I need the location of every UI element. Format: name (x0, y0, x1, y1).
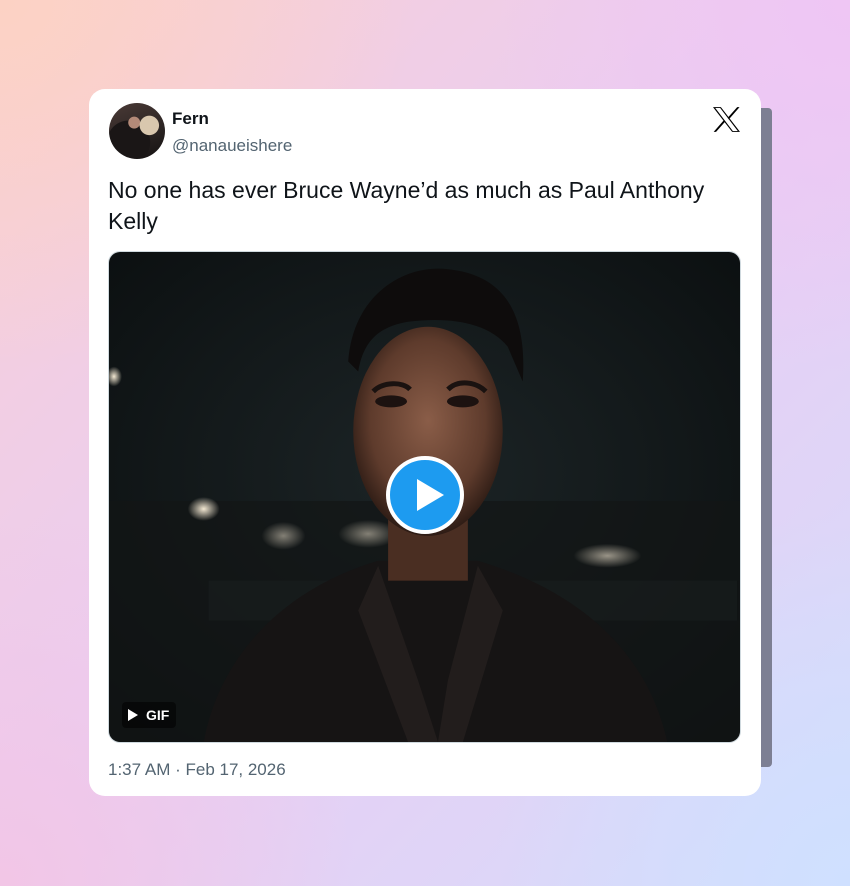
play-icon (417, 479, 444, 511)
gif-badge: GIF (122, 702, 177, 728)
author-name[interactable]: Fern (172, 109, 209, 129)
tweet-text: No one has ever Bruce Wayne’d as much as… (108, 177, 705, 234)
play-button[interactable] (386, 456, 464, 534)
gif-label: GIF (146, 707, 170, 723)
tweet-timestamp[interactable]: 1:37 AM · Feb 17, 2026 (108, 760, 286, 780)
gif-media[interactable]: GIF (108, 251, 741, 743)
author-handle[interactable]: @nanaueishere (172, 136, 292, 156)
small-play-icon (128, 709, 138, 721)
tweet-card[interactable]: Fern @nanaueishere No one has ever Bruce… (89, 89, 761, 796)
x-logo-icon[interactable] (713, 107, 740, 132)
avatar[interactable] (109, 103, 165, 159)
